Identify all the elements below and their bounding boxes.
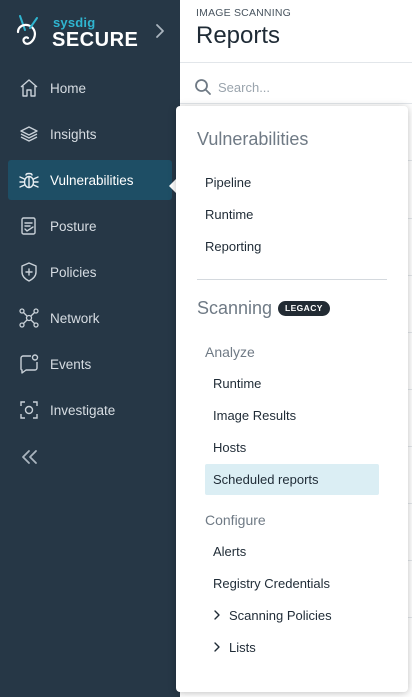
sidebar-item-label: Vulnerabilities [50,172,134,188]
menu-item-scanning-policies[interactable]: Scanning Policies [229,608,332,623]
double-chevron-left-icon[interactable] [20,447,40,467]
sidebar-item-label: Events [50,356,92,372]
sidebar: sysdig SECURE Home Insights Vulnerabilit… [0,0,180,697]
sidebar-item-investigate[interactable]: Investigate [0,390,180,430]
chevron-right-icon[interactable] [213,642,221,652]
legacy-badge: LEGACY [278,301,330,316]
sidebar-item-label: Posture [50,218,97,234]
sidebar-item-network[interactable]: Network [0,298,180,338]
sidebar-item-posture[interactable]: Posture [0,206,180,246]
brand-product: SECURE [52,29,139,51]
sidebar-item-events[interactable]: Events [0,344,180,384]
brand[interactable]: sysdig SECURE [16,12,176,56]
chevron-right-icon[interactable] [153,23,167,39]
group-label-analyze: Analyze [205,344,255,360]
chevron-right-icon[interactable] [213,610,221,620]
section-title-scanning: Scanning [197,298,273,318]
sidebar-item-vulnerabilities[interactable]: Vulnerabilities [8,160,172,200]
sidebar-item-label: Policies [50,264,97,280]
menu-item-lists[interactable]: Lists [229,640,256,655]
sidebar-item-policies[interactable]: Policies [0,252,180,292]
menu-item-runtime[interactable]: Runtime [205,207,253,222]
menu-divider [197,279,387,280]
search-bar [180,70,412,104]
breadcrumb: IMAGE SCANNING [196,7,291,19]
sidebar-item-label: Investigate [50,402,116,418]
menu-item-alerts[interactable]: Alerts [213,544,246,559]
network-icon [19,308,39,328]
section-title-vulnerabilities: Vulnerabilities [197,129,309,149]
events-icon [20,354,39,374]
vulnerabilities-flyout-menu: Vulnerabilities Pipeline Runtime Reporti… [176,106,408,692]
page-title: Reports [196,22,281,49]
sidebar-nav: Home Insights Vulnerabilities Posture Po… [0,68,180,436]
insights-icon [20,126,38,142]
search-icon [195,79,211,95]
menu-item-pipeline[interactable]: Pipeline [205,175,251,190]
search-input[interactable] [218,77,408,97]
home-icon [20,79,38,97]
posture-icon [21,217,36,235]
sidebar-item-label: Home [50,80,87,96]
menu-item-image-results[interactable]: Image Results [213,408,296,423]
sysdig-logo-icon [16,15,38,45]
investigate-icon [20,401,38,419]
menu-item-legacy-runtime[interactable]: Runtime [213,376,261,391]
bug-icon [19,172,39,189]
sidebar-item-insights[interactable]: Insights [0,114,180,154]
sidebar-item-home[interactable]: Home [0,68,180,108]
sidebar-item-label: Network [50,310,100,326]
header-divider [180,62,412,63]
brand-name: sysdig [53,15,96,30]
sidebar-item-label: Insights [50,126,97,142]
menu-item-reporting[interactable]: Reporting [205,239,261,254]
menu-item-scheduled-reports[interactable]: Scheduled reports [213,472,319,487]
shield-icon [21,262,37,282]
menu-item-registry-credentials[interactable]: Registry Credentials [213,576,330,591]
menu-item-hosts[interactable]: Hosts [213,440,246,455]
group-label-configure: Configure [205,512,266,528]
